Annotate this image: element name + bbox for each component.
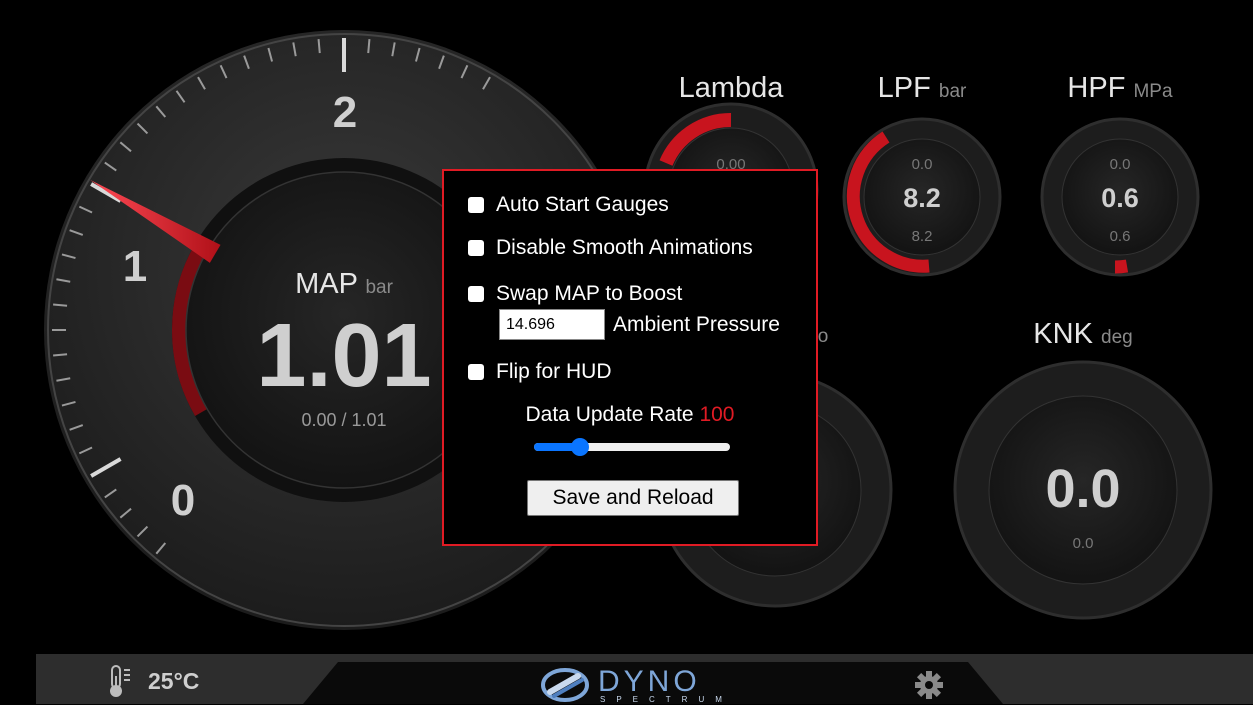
disable-smooth-label: Disable Smooth Animations [496, 236, 753, 259]
auto-start-checkbox[interactable] [468, 197, 484, 213]
auto-start-label: Auto Start Gauges [496, 193, 669, 216]
disable-smooth-option[interactable]: Disable Smooth Animations [468, 236, 753, 260]
auto-start-option[interactable]: Auto Start Gauges [468, 193, 669, 217]
hpf-title-text: HPF [1067, 72, 1126, 104]
map-tick [317, 39, 321, 54]
lpf-title-text: LPF [877, 72, 931, 104]
gear-icon [915, 671, 943, 699]
logo-subtitle: SPECTRUM [600, 695, 733, 704]
knk-value: 0.0 [1045, 459, 1121, 519]
map-tick [367, 39, 371, 54]
data-update-rate-row: Data Update Rate 100 [444, 403, 816, 427]
ambient-pressure-input[interactable]: 14.696 [499, 309, 605, 340]
knk-unit: deg [1101, 327, 1133, 348]
data-update-rate-label: Data Update Rate [525, 403, 694, 426]
lpf-value: 8.2 [903, 183, 941, 213]
settings-button[interactable] [914, 670, 944, 700]
map-title: MAP bar [244, 268, 444, 301]
flip-hud-checkbox[interactable] [468, 364, 484, 380]
swap-map-option[interactable]: Swap MAP to Boost [468, 282, 682, 306]
hpf-min: 0.0 [1109, 156, 1131, 173]
map-unit: bar [365, 277, 393, 298]
logo-title: DYNO [598, 665, 701, 698]
knk-title-text: KNK [1033, 318, 1093, 350]
lpf-unit: bar [938, 81, 967, 102]
save-and-reload-button[interactable]: Save and Reload [527, 480, 739, 516]
settings-dialog: Auto Start Gauges Disable Smooth Animati… [442, 169, 818, 546]
lpf-max: 8.2 [911, 228, 933, 245]
hpf-unit: MPa [1133, 81, 1173, 102]
thermometer-icon [110, 665, 130, 697]
slider-thumb[interactable] [571, 438, 589, 456]
temperature-display: 25°C [108, 664, 199, 698]
map-scale-label-2: 2 [332, 88, 358, 137]
hpf-max: 0.6 [1109, 228, 1131, 245]
ambient-pressure-row: 14.696 Ambient Pressure [499, 309, 780, 340]
lambda-title: Lambda [678, 72, 784, 104]
map-title-text: MAP [295, 268, 358, 300]
swap-map-label: Swap MAP to Boost [496, 282, 683, 305]
data-update-rate-value: 100 [699, 403, 735, 426]
hpf-value: 0.6 [1101, 183, 1139, 213]
hpf-value-arc [1114, 259, 1129, 274]
map-scale-label-1: 1 [122, 242, 148, 291]
knk-title: KNK deg [1003, 318, 1163, 351]
map-scale-label-0: 0 [170, 476, 196, 525]
lpf-min: 0.0 [911, 156, 933, 173]
flip-hud-option[interactable]: Flip for HUD [468, 360, 612, 384]
map-value: 1.01 [256, 306, 432, 406]
temperature-value: 25°C [148, 667, 200, 694]
dyno-spectrum-logo: DYNO SPECTRUM [540, 665, 740, 704]
knk-max: 0.0 [1072, 535, 1094, 552]
data-update-rate-slider[interactable] [534, 438, 730, 456]
map-minmax: 0.00 / 1.01 [301, 410, 387, 430]
flip-hud-label: Flip for HUD [496, 360, 612, 383]
swap-map-checkbox[interactable] [468, 286, 484, 302]
disable-smooth-checkbox[interactable] [468, 240, 484, 256]
map-tick [53, 303, 68, 307]
hpf-title: HPF MPa [1040, 72, 1200, 105]
ambient-pressure-label: Ambient Pressure [613, 312, 780, 336]
logo-mark-icon [541, 668, 589, 702]
lpf-title: LPF bar [842, 72, 1002, 105]
map-tick [53, 353, 68, 357]
